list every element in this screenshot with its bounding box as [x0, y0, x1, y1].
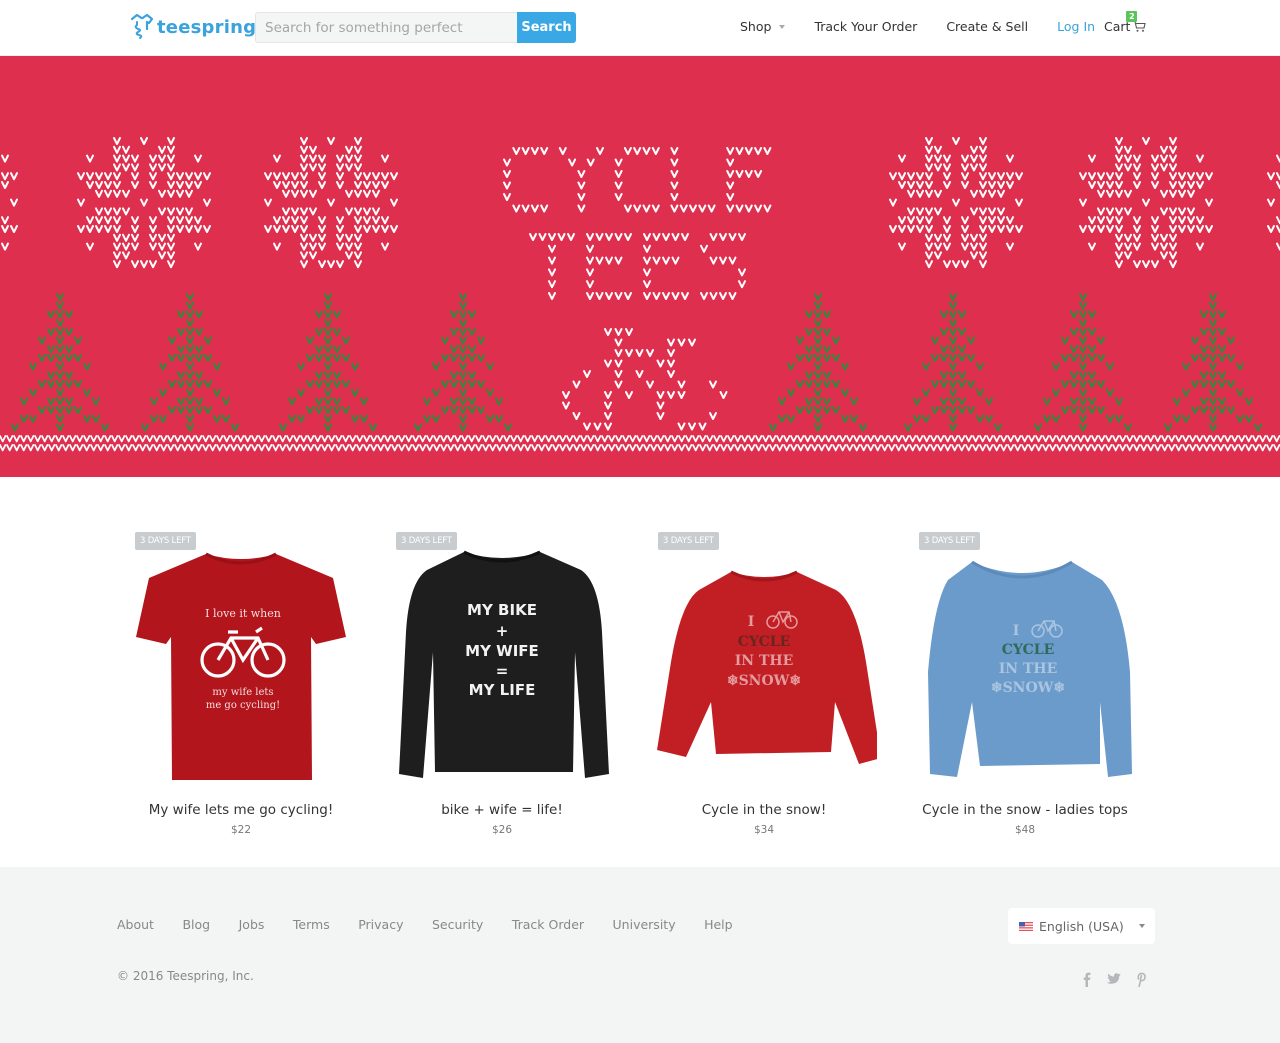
- nav-create-sell[interactable]: Create & Sell: [946, 19, 1028, 34]
- footer-link-jobs[interactable]: Jobs: [239, 917, 265, 932]
- print-line: CYCLE: [1002, 642, 1055, 658]
- christmas-tree: [1034, 293, 1132, 432]
- days-left-badge: 3 DAYS LEFT: [396, 532, 457, 550]
- pinterest-icon[interactable]: [1133, 971, 1149, 987]
- christmas-tree: [904, 293, 1002, 432]
- product-grid: I love it when my wife lets me go cyclin…: [0, 477, 1280, 867]
- chevron-down-icon: [779, 24, 786, 29]
- product-image[interactable]: I CYCLE IN THE ❄SNOW❄: [651, 542, 877, 787]
- days-left-badge: 3 DAYS LEFT: [919, 532, 980, 550]
- footer-link-track-order[interactable]: Track Order: [512, 917, 584, 932]
- search-button[interactable]: Search: [517, 12, 576, 43]
- nav-shop[interactable]: Shop: [740, 19, 786, 34]
- nav-shop-label: Shop: [740, 19, 772, 34]
- print-line: CYCLE: [738, 634, 791, 650]
- bicycle-graphic: [562, 328, 728, 431]
- logo[interactable]: teespring: [130, 12, 256, 42]
- print-line: =: [496, 662, 509, 680]
- copyright: © 2016 Teespring, Inc.: [117, 969, 254, 983]
- print-line: MY LIFE: [469, 681, 536, 699]
- print-line: IN THE: [735, 653, 794, 669]
- product-title[interactable]: Cycle in the snow!: [641, 802, 887, 818]
- snowflake: [889, 137, 1023, 269]
- footer-link-about[interactable]: About: [117, 917, 154, 932]
- product-price: $48: [1014, 824, 1036, 836]
- christmas-tree: [769, 293, 867, 432]
- footer-link-help[interactable]: Help: [704, 917, 733, 932]
- product-price: $34: [753, 824, 775, 836]
- print-line: ❄SNOW❄: [727, 673, 801, 689]
- product-title[interactable]: bike + wife = life!: [379, 802, 625, 818]
- knit-sweater-pattern: [0, 137, 1280, 452]
- product-card[interactable]: I love it when my wife lets me go cyclin…: [118, 532, 364, 852]
- site-footer: About Blog Jobs Terms Privacy Security T…: [0, 867, 1280, 1043]
- footer-link-terms[interactable]: Terms: [293, 917, 330, 932]
- days-left-badge: 3 DAYS LEFT: [658, 532, 719, 550]
- product-image[interactable]: I love it when my wife lets me go cyclin…: [128, 542, 354, 787]
- cart-icon: 2: [1126, 10, 1147, 33]
- logo-text: teespring: [157, 16, 257, 38]
- cart-count-badge: 2: [1126, 10, 1138, 22]
- main-nav: Shop Track Your Order Create & Sell Log …: [740, 19, 1124, 34]
- print-line: ❄SNOW❄: [991, 680, 1065, 696]
- hero-banner[interactable]: [0, 56, 1280, 477]
- snowflake: [1079, 137, 1213, 269]
- product-card[interactable]: I CYCLE IN THE ❄SNOW❄ 3 DAYS LEFT Cycle …: [641, 532, 887, 852]
- language-label: English (USA): [1039, 918, 1124, 934]
- snowflake: [1267, 154, 1280, 251]
- product-price: $26: [491, 824, 513, 836]
- christmas-tree: [11, 293, 109, 432]
- product-card[interactable]: MY BIKE + MY WIFE = MY LIFE 3 DAYS LEFT …: [379, 532, 625, 852]
- print-line: me go cycling!: [206, 700, 280, 711]
- print-line: I: [748, 614, 755, 630]
- days-left-badge: 3 DAYS LEFT: [135, 532, 196, 550]
- christmas-tree: [414, 293, 512, 432]
- product-title[interactable]: Cycle in the snow - ladies tops: [902, 802, 1148, 818]
- chevron-down-icon: [1139, 924, 1145, 928]
- language-select[interactable]: English (USA): [1008, 908, 1155, 944]
- product-title[interactable]: My wife lets me go cycling!: [118, 802, 364, 818]
- print-line: IN THE: [999, 661, 1058, 677]
- product-price: $22: [230, 824, 252, 836]
- christmas-tree: [141, 293, 239, 432]
- search-input[interactable]: [255, 12, 517, 43]
- footer-link-security[interactable]: Security: [432, 917, 483, 932]
- footer-link-university[interactable]: University: [613, 917, 676, 932]
- nav-login[interactable]: Log In: [1057, 19, 1095, 34]
- snowflake: [264, 137, 398, 269]
- product-card[interactable]: I CYCLE IN THE ❄SNOW❄ 3 DAYS LEFT Cycle …: [902, 532, 1148, 852]
- print-line: I love it when: [205, 607, 281, 620]
- print-line: +: [496, 622, 509, 640]
- print-line: MY WIFE: [465, 642, 539, 660]
- print-line: MY BIKE: [467, 601, 537, 619]
- snowflake: [1, 154, 18, 251]
- cycle-title: [503, 147, 772, 213]
- facebook-icon[interactable]: [1079, 971, 1095, 987]
- snowflake: [77, 137, 211, 269]
- christmas-tree: [279, 293, 377, 432]
- footer-link-privacy[interactable]: Privacy: [358, 917, 403, 932]
- christmas-tree: [1164, 293, 1262, 432]
- logo-shirt-icon: [130, 13, 154, 39]
- twitter-icon[interactable]: [1106, 971, 1122, 987]
- product-image[interactable]: I CYCLE IN THE ❄SNOW❄: [912, 542, 1138, 787]
- nav-track-order[interactable]: Track Your Order: [814, 19, 917, 34]
- print-line: my wife lets: [212, 687, 273, 698]
- search-bar: Search: [255, 12, 576, 43]
- knit-border: [0, 435, 1280, 452]
- us-flag-icon: [1019, 921, 1033, 931]
- product-image[interactable]: MY BIKE + MY WIFE = MY LIFE: [389, 542, 615, 787]
- footer-link-blog[interactable]: Blog: [182, 917, 210, 932]
- footer-links: About Blog Jobs Terms Privacy Security T…: [117, 917, 761, 932]
- tees-title: [529, 233, 746, 300]
- cart-link[interactable]: Cart 2: [1104, 10, 1147, 34]
- print-line: I: [1013, 623, 1020, 639]
- site-header: teespring Search Shop Track Your Order C…: [0, 0, 1280, 56]
